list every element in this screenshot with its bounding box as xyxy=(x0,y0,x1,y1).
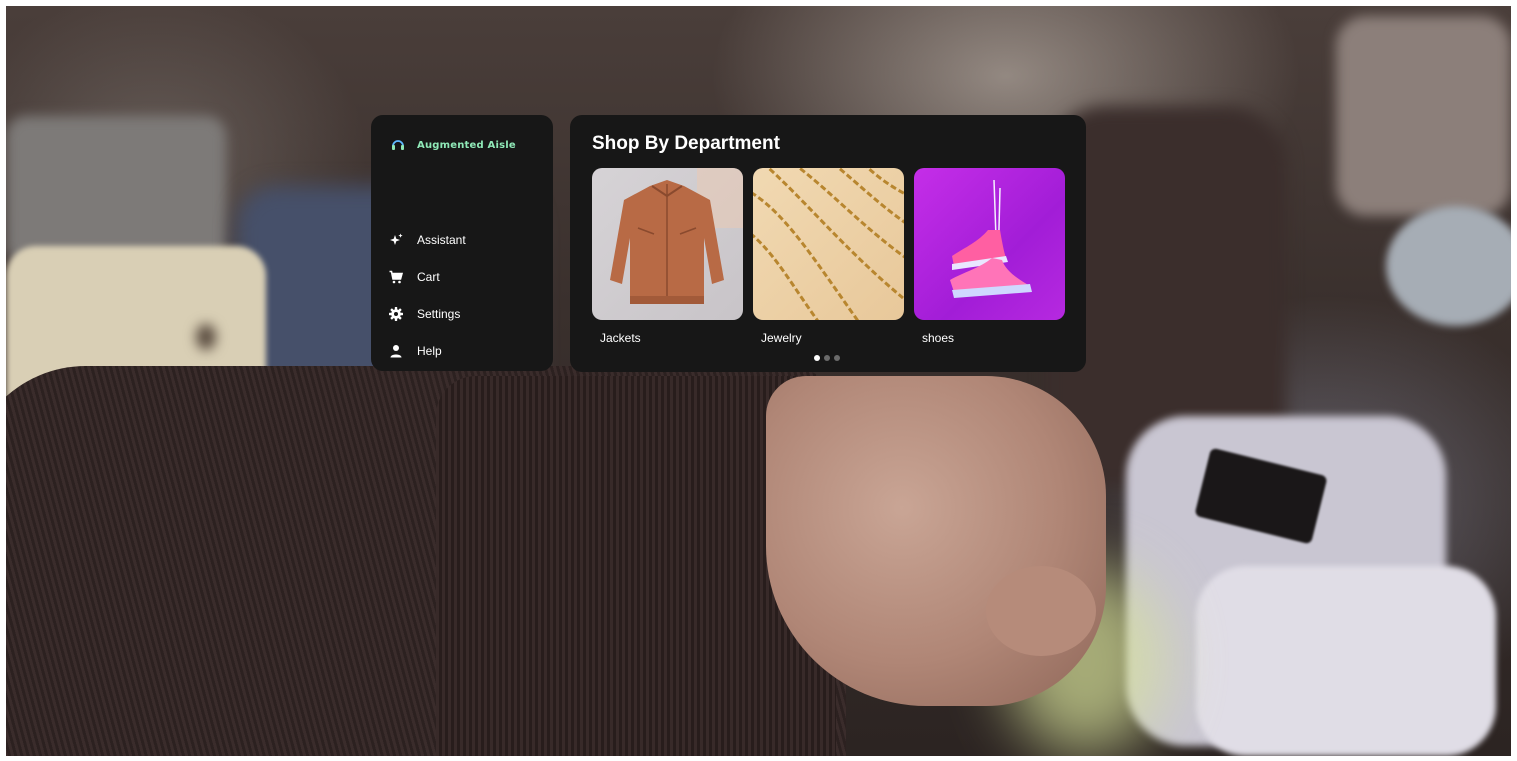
background-table xyxy=(1386,206,1511,326)
department-card-label: Jewelry xyxy=(761,331,802,345)
jewelry-image xyxy=(753,168,904,320)
brand-name: Augmented Aisle xyxy=(417,139,516,151)
background-person xyxy=(6,116,226,266)
headset-icon xyxy=(392,140,404,150)
sidebar-item-label: Help xyxy=(417,343,442,358)
jacket-image xyxy=(592,168,743,320)
sidebar-item-label: Assistant xyxy=(417,232,466,247)
department-card-label: shoes xyxy=(922,331,955,345)
cart-icon xyxy=(389,270,403,283)
shoes-illustration xyxy=(950,179,1032,298)
department-card-shoes[interactable]: shoes xyxy=(914,168,1065,345)
department-carousel: Jackets Jewelry shoes xyxy=(592,168,1065,345)
pagination-dot-3[interactable] xyxy=(834,355,840,361)
person-icon xyxy=(390,344,402,357)
pagination-dot-1[interactable] xyxy=(814,355,820,361)
carousel-pagination xyxy=(814,355,840,361)
sparkle-icon xyxy=(390,233,403,245)
brand: Augmented Aisle xyxy=(391,139,516,151)
sidebar-item-label: Settings xyxy=(417,306,461,321)
sidebar-panel: Augmented Aisle Assistant Cart Settings … xyxy=(371,115,553,371)
panel-title: Shop By Department xyxy=(592,133,780,154)
background-backpack-lower xyxy=(1196,566,1496,756)
department-panel: Shop By Department Jackets Jewelry shoes xyxy=(570,115,1086,372)
background-rack xyxy=(1336,16,1511,216)
department-card-jackets[interactable]: Jackets xyxy=(592,168,743,345)
gear-icon xyxy=(389,306,403,321)
background-chair-hole xyxy=(196,324,216,350)
user-hand xyxy=(766,376,1106,706)
shoes-image xyxy=(914,168,1065,320)
department-card-jewelry[interactable]: Jewelry xyxy=(753,168,904,345)
sidebar-item-help[interactable]: Help xyxy=(389,332,539,369)
jacket-illustration xyxy=(610,168,743,304)
sidebar-item-settings[interactable]: Settings xyxy=(389,295,539,332)
department-card-label: Jackets xyxy=(600,331,641,345)
sidebar-item-assistant[interactable]: Assistant xyxy=(389,221,539,258)
pagination-dot-2[interactable] xyxy=(824,355,830,361)
jewelry-illustration xyxy=(753,168,904,320)
sidebar-item-label: Cart xyxy=(417,269,440,284)
sidebar-menu: Assistant Cart Settings Help xyxy=(389,221,539,369)
sidebar-item-cart[interactable]: Cart xyxy=(389,258,539,295)
user-thumb xyxy=(986,566,1096,656)
